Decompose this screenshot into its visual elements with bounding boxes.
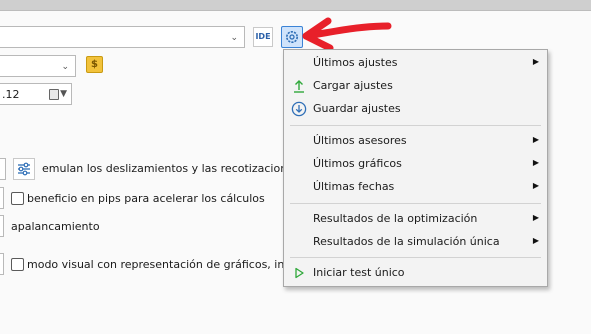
menu-item-label: Últimos asesores bbox=[313, 134, 407, 147]
menu-item-label: Últimas fechas bbox=[313, 180, 395, 193]
window-top-strip bbox=[0, 0, 591, 11]
submenu-arrow-icon: ▶ bbox=[532, 158, 539, 167]
pips-checkbox[interactable] bbox=[11, 192, 24, 205]
menu-item-label: Resultados de la simulación única bbox=[313, 235, 500, 248]
menu-item-optimization-results[interactable]: Resultados de la optimización ▶ bbox=[284, 208, 547, 230]
menu-item-label: Iniciar test único bbox=[313, 266, 405, 279]
menu-item-single-test-results[interactable]: Resultados de la simulación única ▶ bbox=[284, 231, 547, 253]
menu-item-last-settings[interactable]: Últimos ajustes ▶ bbox=[284, 52, 547, 74]
menu-item-save-settings[interactable]: Guardar ajustes bbox=[284, 98, 547, 120]
menu-item-label: Guardar ajustes bbox=[313, 102, 401, 115]
menu-item-start-single-test[interactable]: Iniciar test único bbox=[284, 262, 547, 284]
visual-mode-checkbox[interactable] bbox=[11, 258, 24, 271]
menu-separator bbox=[290, 257, 541, 258]
download-circle-icon bbox=[291, 101, 307, 117]
menu-item-label: Resultados de la optimización bbox=[313, 212, 478, 225]
delay-settings-button[interactable] bbox=[13, 158, 35, 180]
sliders-icon bbox=[18, 162, 30, 176]
menu-separator bbox=[290, 203, 541, 204]
chevron-down-icon: ⌄ bbox=[230, 33, 238, 43]
settings-menu: Últimos ajustes ▶ Cargar ajustes Guardar… bbox=[283, 49, 548, 287]
leverage-label: apalancamiento bbox=[11, 220, 100, 233]
submenu-arrow-icon: ▶ bbox=[532, 181, 539, 190]
submenu-arrow-icon: ▶ bbox=[532, 213, 539, 222]
menu-item-label: Últimos gráficos bbox=[313, 157, 402, 170]
pips-description: beneficio en pips para acelerar los cálc… bbox=[27, 192, 265, 205]
play-icon bbox=[295, 267, 304, 279]
menu-item-last-charts[interactable]: Últimos gráficos ▶ bbox=[284, 153, 547, 175]
modeling-select[interactable] bbox=[0, 187, 4, 209]
symbol-select[interactable]: ⌄ bbox=[0, 55, 76, 77]
date-value: .12 bbox=[2, 88, 20, 101]
submenu-arrow-icon: ▶ bbox=[532, 57, 539, 66]
symbol-properties-button[interactable]: $ bbox=[86, 56, 103, 73]
menu-item-last-experts[interactable]: Últimos asesores ▶ bbox=[284, 130, 547, 152]
calendar-icon[interactable] bbox=[49, 89, 59, 100]
date-picker[interactable]: .12 ▼ bbox=[0, 83, 72, 105]
menu-item-last-dates[interactable]: Últimas fechas ▶ bbox=[284, 176, 547, 198]
submenu-arrow-icon: ▶ bbox=[532, 135, 539, 144]
menu-item-load-settings[interactable]: Cargar ajustes bbox=[284, 75, 547, 97]
visual-mode-description: modo visual con representación de gráfic… bbox=[27, 258, 326, 271]
visual-mode-select[interactable] bbox=[0, 253, 4, 275]
annotation-arrow-icon bbox=[302, 17, 392, 52]
leverage-select[interactable] bbox=[0, 215, 4, 237]
dropdown-triangle-icon[interactable]: ▼ bbox=[60, 89, 67, 99]
submenu-arrow-icon: ▶ bbox=[532, 236, 539, 245]
chevron-down-icon: ⌄ bbox=[61, 62, 69, 72]
menu-item-label: Últimos ajustes bbox=[313, 56, 398, 69]
upload-arrow-icon bbox=[294, 80, 304, 93]
delay-select[interactable] bbox=[0, 158, 6, 180]
menu-item-label: Cargar ajustes bbox=[313, 79, 393, 92]
expert-select[interactable]: ⌄ bbox=[0, 26, 245, 48]
ide-button[interactable]: IDE bbox=[253, 27, 273, 47]
menu-separator bbox=[290, 125, 541, 126]
